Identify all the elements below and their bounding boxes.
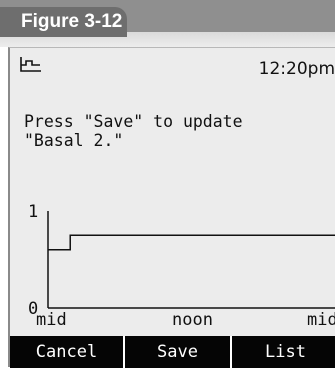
basal-rate-line: [48, 234, 335, 251]
basal-rate-chart: 10mid noon mid: [28, 202, 335, 330]
save-prompt-message: Press "Save" to update "Basal 2.": [24, 112, 324, 150]
x-tick-label: noon: [172, 310, 213, 330]
status-bar: 12:20pm: [10, 48, 335, 90]
save-button[interactable]: Save: [123, 336, 230, 368]
list-button[interactable]: List: [230, 336, 335, 368]
clock-time: 12:20pm: [258, 59, 335, 79]
x-tick-label: mid: [307, 310, 335, 330]
cancel-button[interactable]: Cancel: [10, 336, 123, 368]
device-screen: 12:20pm Press "Save" to update "Basal 2.…: [8, 47, 335, 368]
softkey-bar: Cancel Save List: [10, 336, 335, 368]
figure-label: Figure 3-12: [0, 7, 127, 37]
basal-profile-icon: [20, 57, 41, 72]
x-tick-label: mid: [36, 310, 67, 330]
y-tick-label: 1: [28, 202, 38, 222]
message-line-2: "Basal 2.": [24, 131, 124, 150]
figure-banner: Figure 3-12: [0, 0, 335, 47]
message-line-1: Press "Save" to update: [24, 112, 243, 131]
